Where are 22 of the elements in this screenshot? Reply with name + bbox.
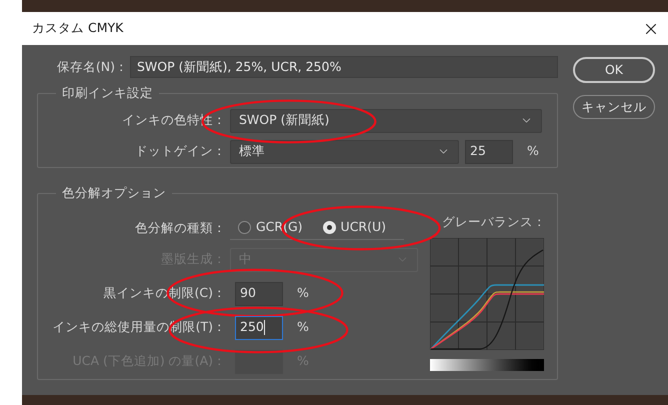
number-field[interactable]: 250 xyxy=(235,316,283,340)
percent-unit: % xyxy=(297,352,309,370)
radio-icon xyxy=(322,220,336,234)
dropdown[interactable]: SWOP (新聞紙) xyxy=(230,108,542,133)
number-field[interactable]: 90 xyxy=(235,282,283,306)
percent-unit: % xyxy=(527,142,539,160)
field-label: 色分解の種類： xyxy=(134,219,227,238)
radio-icon xyxy=(238,220,251,234)
percent-unit: % xyxy=(297,284,309,302)
save-name-field[interactable]: SWOP (新聞紙), 25%, UCR, 250% xyxy=(130,56,558,78)
dialog-button[interactable]: OK xyxy=(573,57,655,83)
group-title: 色分解オプション xyxy=(62,185,166,200)
dropdown[interactable]: 標準 xyxy=(230,140,459,164)
field-label: ドットゲイン： xyxy=(134,142,227,160)
group-title: 印刷インキ設定 xyxy=(62,85,153,100)
number-field[interactable]: 25 xyxy=(465,140,513,164)
percent-unit: % xyxy=(297,318,309,336)
balance-graph-label: グレーバランス： xyxy=(442,212,546,231)
dialog-button[interactable]: キャンセル xyxy=(573,95,655,119)
window-title: カスタム CMYK xyxy=(32,19,124,38)
radio-option[interactable]: UCR(U) xyxy=(322,218,386,237)
field-label: 保存名(N)： xyxy=(56,58,129,76)
